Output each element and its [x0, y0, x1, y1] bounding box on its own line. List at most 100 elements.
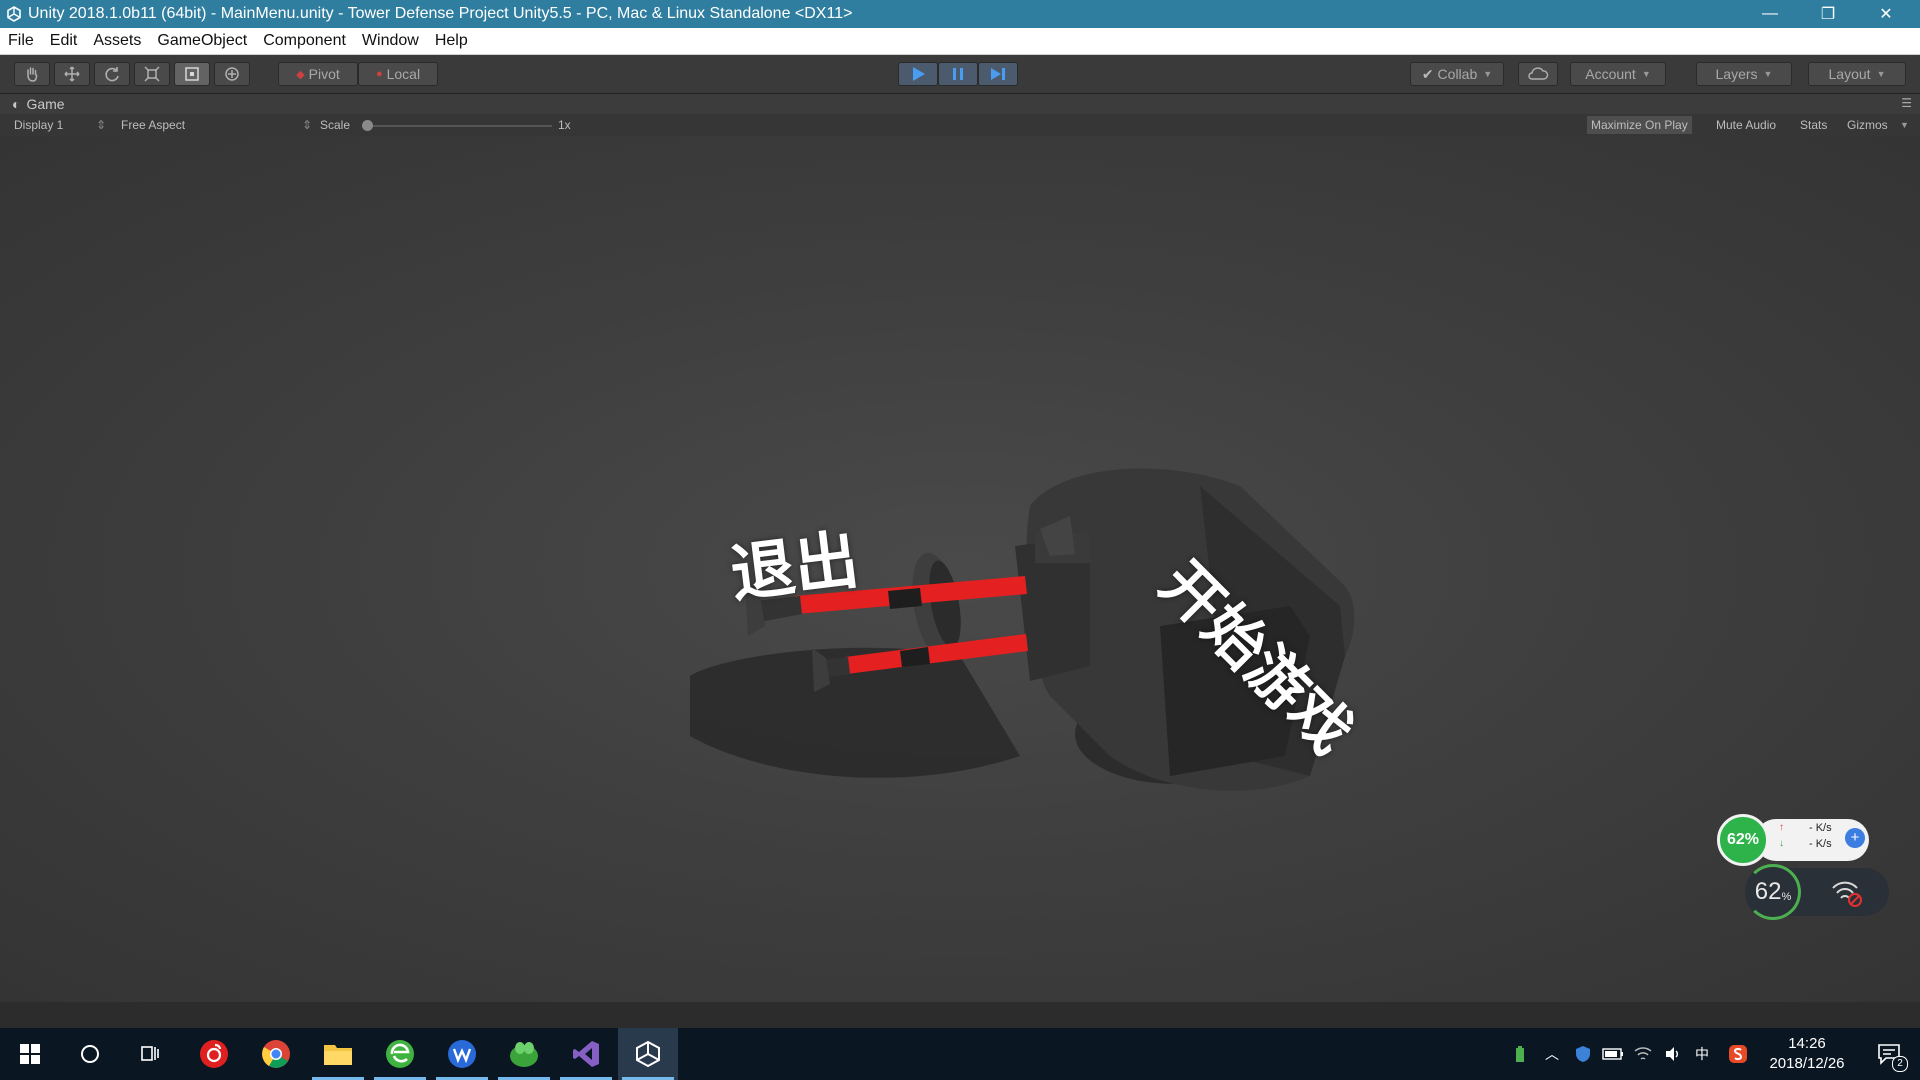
tab-game[interactable]: ◐ Game: [0, 96, 65, 112]
chevron-down-icon: ▼: [1876, 69, 1886, 79]
cpu-value: 62: [1754, 878, 1782, 905]
cortana-button[interactable]: [60, 1028, 120, 1080]
tray-overflow-button[interactable]: ︿: [1540, 1028, 1564, 1080]
cloud-icon: [1528, 67, 1549, 80]
taskbar-app-unity[interactable]: [618, 1028, 678, 1080]
unity-app-icon: [7, 6, 21, 22]
cloud-button[interactable]: [1518, 62, 1558, 86]
taskbar-app-browser[interactable]: [370, 1028, 430, 1080]
browser-icon: [386, 1040, 414, 1068]
editor-toolbar: ◆ Pivot ● Local ✔ Collab ▼ Account ▼ Lay…: [0, 55, 1920, 94]
menu-edit[interactable]: Edit: [42, 32, 86, 50]
tray-volume[interactable]: [1660, 1028, 1686, 1080]
rotate-icon: [105, 67, 119, 82]
play-button[interactable]: [898, 62, 938, 86]
transform-tool-button[interactable]: [214, 62, 250, 86]
layers-dropdown[interactable]: Layers ▼: [1696, 62, 1792, 86]
stats-toggle[interactable]: Stats: [1800, 118, 1827, 132]
collab-dropdown[interactable]: ✔ Collab ▼: [1410, 62, 1504, 86]
unity-icon: [636, 1040, 660, 1068]
system-monitor-widget[interactable]: 62%: [1745, 864, 1891, 920]
local-toggle[interactable]: ● Local: [358, 62, 438, 86]
memory-usage-circle: 62%: [1717, 814, 1769, 866]
sogou-input-icon: [1729, 1045, 1747, 1063]
gizmos-toggle[interactable]: Gizmos: [1847, 118, 1888, 132]
play-icon: [913, 67, 925, 81]
pause-button[interactable]: [938, 62, 978, 86]
move-tool-button[interactable]: [54, 62, 90, 86]
aspect-select-arrow-icon: ⇕: [302, 118, 313, 132]
account-label: Account: [1585, 66, 1636, 82]
minimize-button[interactable]: —: [1742, 0, 1798, 28]
boost-plus-icon[interactable]: +: [1845, 828, 1865, 848]
tray-sogou[interactable]: [1724, 1028, 1752, 1080]
local-label: Local: [386, 66, 421, 82]
quit-button-text[interactable]: 退出: [725, 509, 863, 616]
upload-speed: - K/s: [1809, 822, 1832, 834]
netease-music-icon: [200, 1040, 228, 1068]
aspect-select[interactable]: Free Aspect: [121, 118, 185, 132]
menu-component[interactable]: Component: [255, 32, 354, 50]
tray-app-blue[interactable]: [1570, 1028, 1596, 1080]
net-speed-widget[interactable]: 62% ↑ ↓ - K/s - K/s +: [1717, 814, 1875, 866]
pivot-toggle[interactable]: ◆ Pivot: [278, 62, 358, 86]
memory-percent: 62%: [1726, 831, 1760, 848]
game-controller-icon: ◐: [12, 96, 21, 112]
taskbar-app-file-explorer[interactable]: [308, 1028, 368, 1080]
start-button[interactable]: [0, 1028, 60, 1080]
layout-dropdown[interactable]: Layout ▼: [1808, 62, 1906, 86]
maximize-on-play-toggle[interactable]: Maximize On Play: [1587, 116, 1692, 134]
clock-time: 14:26: [1788, 1035, 1826, 1052]
menu-assets[interactable]: Assets: [85, 32, 149, 50]
pause-icon: [953, 68, 963, 80]
taskbar-app-netease-music[interactable]: [184, 1028, 244, 1080]
shield-icon: [1576, 1046, 1590, 1062]
cortana-icon: [81, 1045, 99, 1063]
layout-label: Layout: [1828, 66, 1871, 82]
menu-bar: File Edit Assets GameObject Component Wi…: [0, 28, 1920, 55]
battery-icon: [1602, 1048, 1623, 1060]
turret-model: [690, 468, 1355, 791]
close-button[interactable]: ✕: [1858, 0, 1914, 28]
rotate-tool-button[interactable]: [94, 62, 130, 86]
download-arrow-icon: ↓: [1779, 838, 1784, 849]
tray-power[interactable]: [1600, 1028, 1626, 1080]
window-titlebar: Unity 2018.1.0b11 (64bit) - MainMenu.uni…: [0, 0, 1920, 28]
mute-audio-toggle[interactable]: Mute Audio: [1716, 118, 1776, 132]
notification-count: 2: [1892, 1056, 1908, 1072]
taskbar-app-wps[interactable]: [432, 1028, 492, 1080]
menu-gameobject[interactable]: GameObject: [149, 32, 255, 50]
game-viewport[interactable]: 退出 开始游戏 62% ↑ ↓ - K/s - K/s + 62%: [0, 136, 1920, 1002]
taskbar-app-chrome[interactable]: [246, 1028, 306, 1080]
taskbar-clock[interactable]: 14:26 2018/12/26: [1752, 1034, 1862, 1074]
editor-status-bar: [0, 1002, 1920, 1028]
account-dropdown[interactable]: Account ▼: [1570, 62, 1666, 86]
restore-button[interactable]: ❐: [1800, 0, 1856, 28]
scale-slider[interactable]: [362, 120, 552, 131]
menu-window[interactable]: Window: [354, 32, 427, 50]
tab-game-label: Game: [26, 96, 65, 112]
tray-ime[interactable]: 中: [1690, 1028, 1714, 1080]
scale-tool-button[interactable]: [134, 62, 170, 86]
scale-slider-thumb[interactable]: [362, 120, 373, 131]
taskbar-app-visual-studio[interactable]: [556, 1028, 616, 1080]
menu-help[interactable]: Help: [427, 32, 476, 50]
taskbar-app-green[interactable]: [494, 1028, 554, 1080]
display-select[interactable]: Display 1: [14, 118, 63, 132]
cpu-gauge: 62%: [1745, 864, 1801, 920]
action-center-button[interactable]: 2: [1866, 1028, 1912, 1080]
tray-network[interactable]: [1630, 1028, 1656, 1080]
visual-studio-icon: [573, 1041, 599, 1067]
panel-menu-icon[interactable]: ☰: [1901, 96, 1912, 110]
scale-icon: [144, 66, 160, 82]
move-icon: [64, 66, 80, 82]
tray-battery-green[interactable]: [1508, 1028, 1532, 1080]
task-view-button[interactable]: [120, 1028, 180, 1080]
menu-file[interactable]: File: [0, 32, 42, 50]
chrome-icon: [262, 1040, 290, 1068]
rect-tool-button[interactable]: [174, 62, 210, 86]
step-button[interactable]: [978, 62, 1018, 86]
hand-tool-button[interactable]: [14, 62, 50, 86]
speaker-icon: [1666, 1047, 1678, 1061]
window-title: Unity 2018.1.0b11 (64bit) - MainMenu.uni…: [28, 5, 853, 22]
